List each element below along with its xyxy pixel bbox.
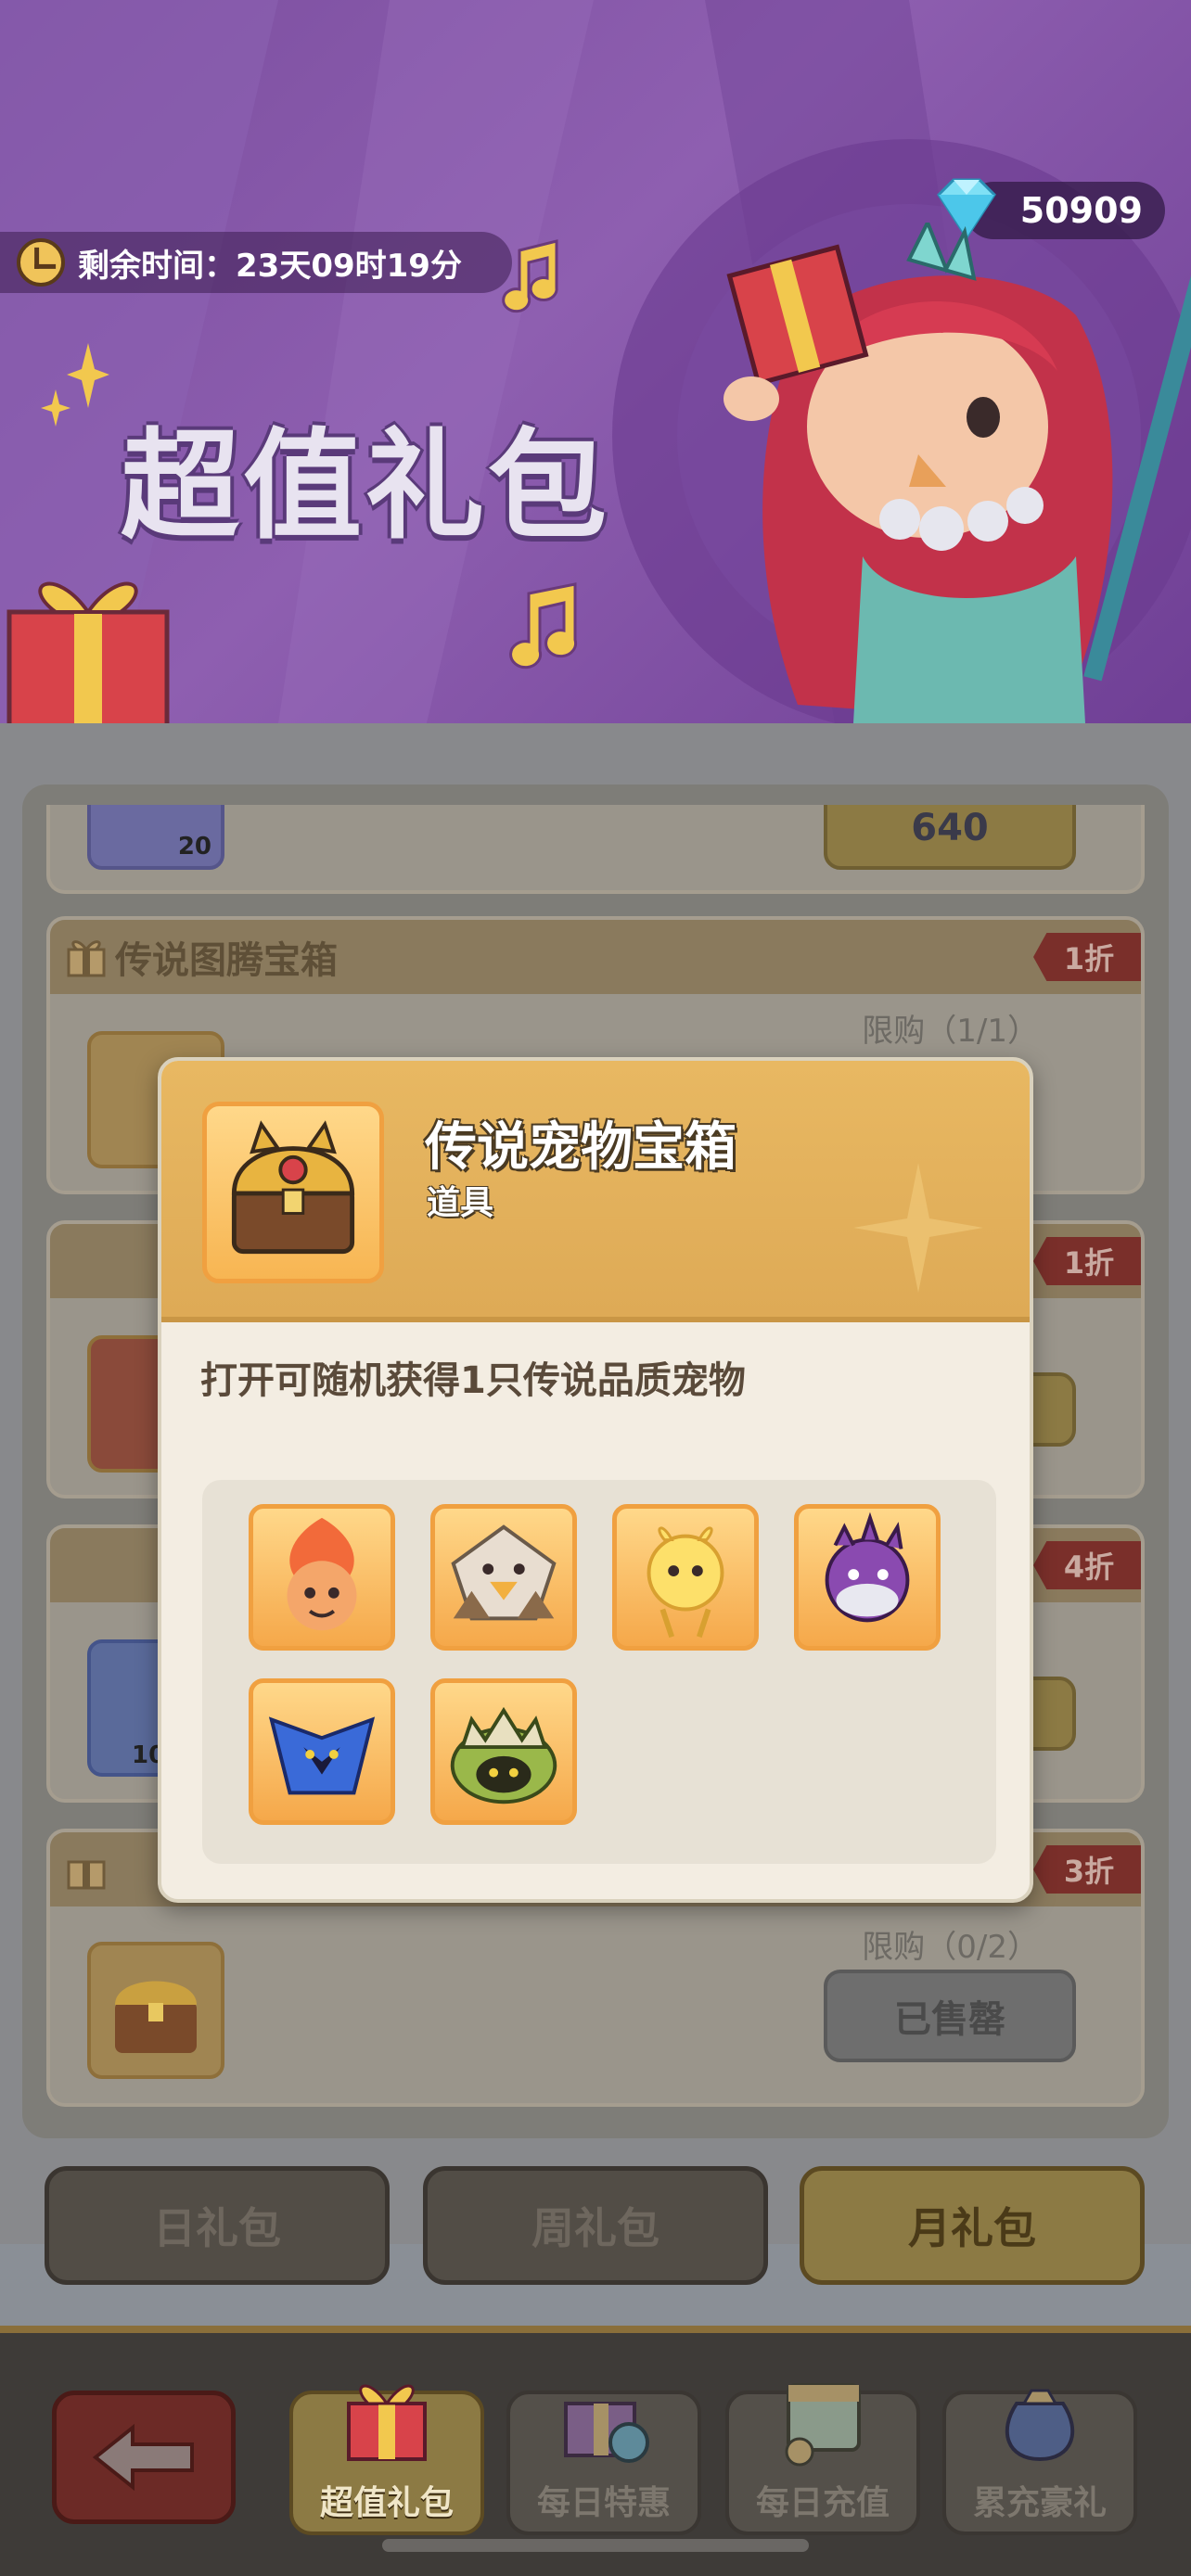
- offer-card-0: 20 640: [46, 805, 1145, 894]
- sold-out-button[interactable]: 已售罄: [824, 1970, 1076, 2062]
- offer-name: 传说图腾宝箱: [115, 939, 338, 982]
- nav-label: 每日充值: [755, 2484, 890, 2522]
- nav-label: 每日特惠: [536, 2484, 671, 2522]
- spiked-turtle-icon: [450, 1706, 557, 1804]
- discount-badge: 1折: [1033, 933, 1141, 981]
- pet-slot[interactable]: [249, 1504, 395, 1651]
- tab-weekly[interactable]: 周礼包: [423, 2166, 768, 2285]
- gift-box-icon: [347, 2384, 427, 2461]
- pet-slot[interactable]: [249, 1678, 395, 1825]
- nav-label: 超值礼包: [319, 2484, 454, 2522]
- discount-badge: 1折: [1033, 1237, 1141, 1285]
- back-arrow-icon: [92, 2423, 194, 2492]
- banner-title: 超值礼包: [121, 417, 611, 555]
- nav-value-pack[interactable]: 超值礼包: [289, 2384, 484, 2535]
- dialog-title: 传说宠物宝箱: [425, 1117, 736, 1178]
- dialog-item-type: 道具: [427, 1184, 494, 1222]
- pet-reward-grid: [202, 1480, 996, 1864]
- item-detail-dialog[interactable]: 传说宠物宝箱 道具 打开可随机获得1只传说品质宠物: [158, 1057, 1033, 1903]
- item-count: 20: [177, 833, 211, 861]
- treasure-bag-icon: [1005, 2389, 1075, 2462]
- gift-icon: [67, 940, 106, 977]
- calendar-coins-icon: [785, 2383, 861, 2467]
- blue-bird-icon: [268, 1716, 376, 1795]
- eagle-icon: [451, 1524, 557, 1621]
- back-button[interactable]: [52, 2391, 236, 2524]
- nav-label: 累充豪礼: [972, 2484, 1107, 2522]
- countdown-text: 剩余时间：23天09时19分: [78, 247, 462, 285]
- nav-daily-deals[interactable]: 每日特惠: [506, 2391, 701, 2535]
- tab-monthly[interactable]: 月礼包: [800, 2166, 1145, 2285]
- sparkle-icon: [41, 343, 109, 427]
- pet-slot[interactable]: [430, 1504, 577, 1651]
- item-slot[interactable]: [87, 1942, 224, 2079]
- nav-cumulative-rewards[interactable]: 累充豪礼: [942, 2389, 1137, 2535]
- tab-daily[interactable]: 日礼包: [45, 2166, 390, 2285]
- gift-clock-icon: [564, 2402, 649, 2463]
- banner: 剩余时间：23天09时19分 50909 超值礼包: [0, 0, 1191, 723]
- item-slot[interactable]: 20: [87, 805, 224, 870]
- yellow-sprite-icon: [647, 1526, 724, 1639]
- dialog-header: 传说宠物宝箱 道具: [161, 1061, 1030, 1322]
- gift-icon: [67, 1860, 106, 1890]
- offer-header: 传说图腾宝箱 1折: [50, 920, 1141, 994]
- discount-badge: 3折: [1033, 1845, 1141, 1894]
- clock-icon: [17, 238, 65, 287]
- pet-slot[interactable]: [430, 1678, 577, 1825]
- buy-button[interactable]: 640: [824, 805, 1076, 870]
- dialog-description: 打开可随机获得1只传说品质宠物: [200, 1359, 746, 1402]
- fire-monkey-icon: [287, 1517, 357, 1631]
- music-note-icon: [502, 239, 558, 313]
- sparkle-icon: [853, 1163, 983, 1293]
- pet-slot[interactable]: [612, 1504, 759, 1651]
- purchase-limit: 限购（1/1）: [862, 1013, 1039, 1050]
- mermaid-character: [724, 223, 1191, 723]
- dialog-item-icon: [202, 1102, 384, 1283]
- nav-daily-recharge[interactable]: 每日充值: [725, 2383, 920, 2535]
- treasure-chest-icon: [231, 1120, 355, 1255]
- gift-box-decoration: [6, 581, 170, 723]
- music-note-icon-2: [509, 582, 578, 670]
- home-indicator[interactable]: [382, 2539, 809, 2552]
- countdown-timer: 剩余时间：23天09时19分: [0, 232, 512, 293]
- treasure-chest-icon: [115, 1981, 197, 2053]
- pet-slot[interactable]: [794, 1504, 941, 1651]
- purple-pufferfish-icon: [825, 1511, 910, 1623]
- price-text: 640: [911, 807, 989, 849]
- purchase-limit: 限购（0/2）: [862, 1929, 1039, 1966]
- discount-badge: 4折: [1033, 1541, 1141, 1589]
